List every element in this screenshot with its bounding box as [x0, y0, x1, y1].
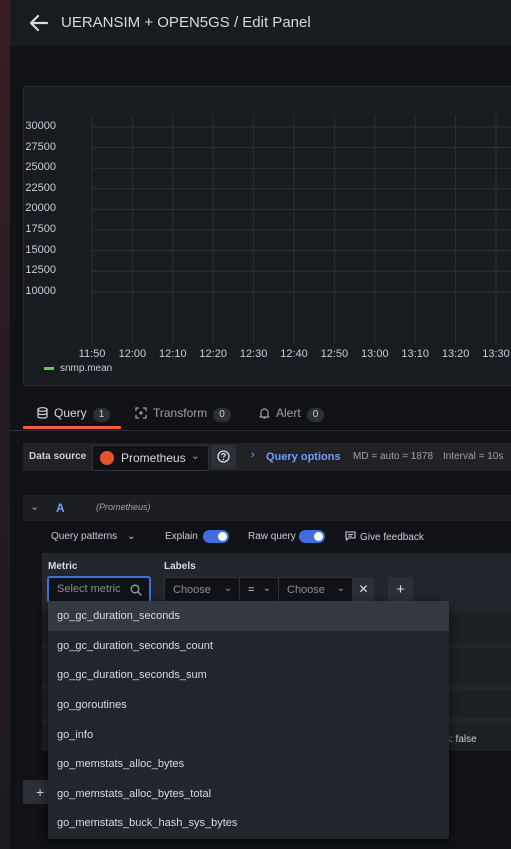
metric-search-input[interactable]: [57, 583, 129, 595]
labels-label: Labels: [164, 561, 196, 572]
bell-icon: [259, 408, 270, 419]
y-tick-label: 12500: [25, 264, 56, 277]
builder-hint-text: s: false: [445, 734, 477, 745]
x-tick-label: 12:50: [320, 348, 349, 360]
y-tick-label: 15000: [25, 243, 56, 256]
chevron-down-icon: ⌄: [262, 583, 271, 594]
panel-preview: 30000 27500 25000 22500 20000 17500 15000 12500…: [23, 86, 511, 386]
editor-tabs: Query 1 Transform 0 Alert 0: [23, 400, 511, 430]
query-options-row: Query patterns ⌄ Explain Raw query Give f…: [23, 526, 511, 548]
query-options-md: MD = auto = 1878: [353, 451, 434, 462]
y-tick-label: 25000: [25, 161, 56, 174]
x-tick-label: 12:20: [199, 348, 227, 360]
label-value-placeholder: Choose: [287, 584, 325, 596]
tab-alert-count: 0: [306, 408, 325, 422]
active-tab-indicator: [23, 426, 121, 429]
top-header: UERANSIM + OPEN5GS / Edit Panel: [10, 0, 511, 46]
collapse-chevron-icon[interactable]: ⌄: [30, 500, 39, 513]
label-value-select[interactable]: Choose ⌄: [278, 577, 353, 602]
datasource-name: Prometheus: [121, 451, 186, 465]
legend-label: snmp.mean: [60, 363, 113, 374]
chart-grid: [91, 115, 511, 344]
chevron-down-icon: ⌄: [223, 583, 232, 594]
tab-transform-count: 0: [213, 408, 231, 422]
chevron-right-icon[interactable]: ›: [251, 449, 255, 461]
metric-dropdown-menu: go_gc_duration_seconds go_gc_duration_se…: [48, 601, 449, 839]
metric-option[interactable]: go_memstats_buck_hash_sys_bytes: [48, 808, 449, 838]
tab-alert-label: Alert: [276, 406, 301, 420]
remove-label-button[interactable]: ✕: [353, 577, 374, 602]
datasource-row: Data source Prometheus ⌄ › Query options…: [23, 443, 511, 471]
help-icon: [217, 450, 230, 463]
label-key-placeholder: Choose: [173, 584, 211, 596]
explain-label: Explain: [165, 531, 198, 542]
metric-option[interactable]: go_memstats_alloc_bytes: [48, 749, 449, 779]
give-feedback-label: Give feedback: [360, 532, 424, 543]
metric-option[interactable]: go_memstats_alloc_bytes_total: [48, 779, 449, 809]
y-tick-label: 27500: [25, 140, 56, 153]
tab-query-label: Query: [54, 406, 87, 420]
comment-icon: [345, 531, 356, 542]
x-tick-label: 12:10: [159, 348, 187, 360]
explain-toggle[interactable]: [203, 530, 229, 543]
metric-option[interactable]: go_info: [48, 720, 449, 750]
legend-swatch: [44, 366, 54, 370]
datasource-help-button[interactable]: [211, 445, 236, 469]
x-tick-label: 13:20: [441, 348, 470, 360]
x-tick-label: 13:30: [482, 348, 510, 360]
query-datasource-name: (Prometheus): [96, 502, 151, 512]
back-arrow-icon[interactable]: [28, 12, 50, 34]
metric-option[interactable]: go_goroutines: [48, 690, 449, 720]
page-title: UERANSIM + OPEN5GS / Edit Panel: [61, 14, 311, 31]
raw-query-toggle[interactable]: [299, 530, 325, 543]
legend-item[interactable]: snmp.mean: [44, 363, 112, 374]
y-tick-label: 10000: [25, 284, 56, 297]
x-tick-label: 13:10: [401, 348, 429, 360]
add-label-button[interactable]: +: [388, 577, 413, 602]
prometheus-logo-icon: [100, 451, 114, 465]
give-feedback-link[interactable]: Give feedback: [345, 531, 424, 543]
tabs-divider: [10, 430, 511, 431]
label-operator-select[interactable]: = ⌄: [239, 577, 279, 602]
tab-query[interactable]: Query 1: [37, 406, 111, 428]
metric-option[interactable]: go_gc_duration_seconds: [48, 601, 449, 631]
search-icon: [130, 584, 142, 596]
metric-option[interactable]: go_gc_duration_seconds_sum: [48, 660, 449, 690]
metric-label: Metric: [48, 561, 78, 572]
query-patterns-label: Query patterns: [51, 531, 118, 542]
database-icon: [37, 407, 48, 419]
tab-transform-label: Transform: [153, 406, 208, 420]
chevron-down-icon: ⌄: [336, 583, 345, 594]
x-tick-label: 12:40: [280, 348, 308, 360]
tab-alert[interactable]: Alert 0: [259, 406, 325, 428]
datasource-label: Data source: [29, 451, 87, 462]
transform-icon: [135, 407, 147, 419]
metric-option[interactable]: go_gc_duration_seconds_count: [48, 631, 449, 661]
label-operator: =: [248, 584, 255, 596]
datasource-picker[interactable]: Prometheus ⌄: [92, 445, 209, 471]
x-tick-label: 12:00: [118, 348, 147, 360]
query-options-interval: Interval = 10s: [443, 451, 504, 462]
x-tick-label: 12:30: [239, 348, 268, 360]
query-header-row[interactable]: ⌄ A (Prometheus): [23, 495, 511, 521]
raw-query-label: Raw query: [248, 531, 296, 542]
chevron-down-icon: ⌄: [127, 531, 136, 542]
query-ref-id[interactable]: A: [56, 501, 65, 515]
label-key-select[interactable]: Choose ⌄: [164, 577, 240, 602]
y-tick-label: 17500: [25, 223, 56, 235]
y-tick-label: 30000: [25, 120, 56, 132]
tab-query-count: 1: [92, 408, 111, 422]
y-tick-label: 22500: [25, 181, 56, 194]
tab-transform[interactable]: Transform 0: [135, 406, 231, 428]
query-patterns-dropdown[interactable]: Query patterns ⌄: [51, 531, 136, 542]
metric-select[interactable]: [47, 576, 151, 603]
chevron-down-icon: ⌄: [190, 450, 200, 462]
query-options-toggle[interactable]: Query options: [266, 451, 341, 463]
y-tick-label: 20000: [25, 202, 56, 215]
x-tick-label: 13:00: [361, 348, 389, 360]
x-tick-label: 11:50: [78, 348, 106, 360]
